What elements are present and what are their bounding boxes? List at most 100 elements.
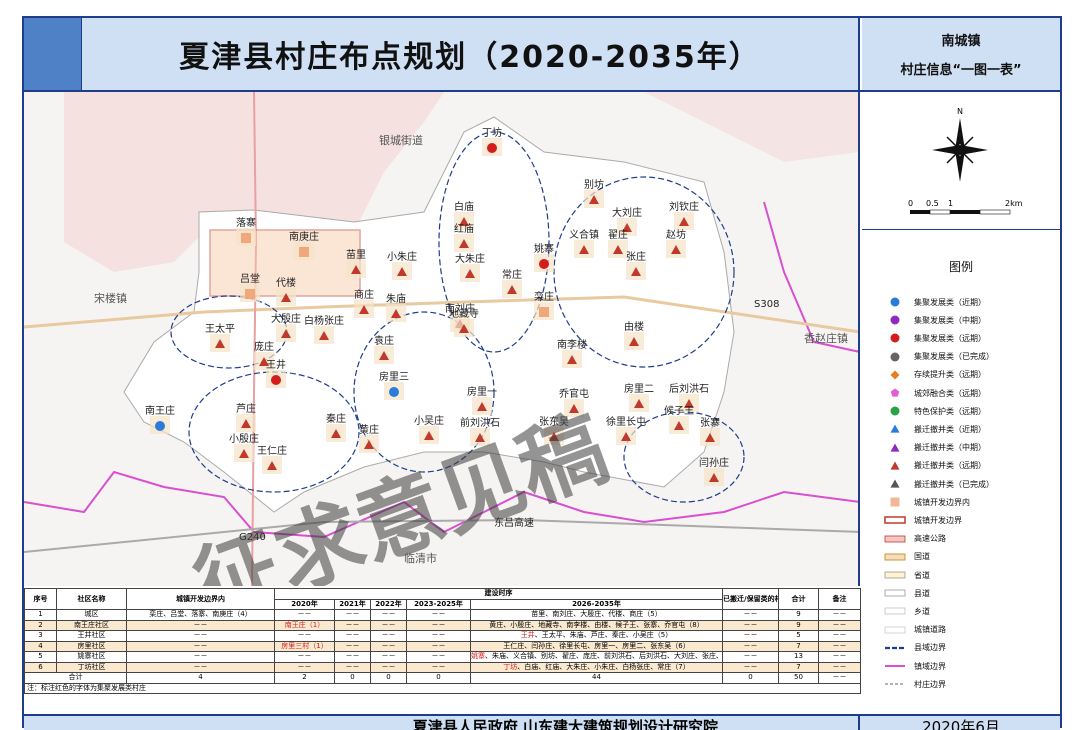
village-marker[interactable]: 朱庙	[386, 292, 406, 322]
village-marker[interactable]: 落寨	[236, 216, 256, 246]
cell-text: －－	[431, 610, 446, 619]
village-marker[interactable]: 吕堂	[240, 273, 260, 302]
table-row: 3 王井社区 －－ －－ －－ －－ －－ 王井、王太平、朱庙、芦庄、秦庄、小吴庄（5） －－ 5…	[24, 630, 862, 642]
cell-text: 5	[796, 631, 801, 640]
village-map[interactable]: 丁坊 别坊 大刘庄 刘钦庄 白庙 红庙 义合镇 翟庄 赵坊 落寨 南庚庄 苗里 小朱庄 大朱庄 姚寨 张庄 常庄…	[24, 92, 860, 586]
cell-text: 黄庄、小殷庄、地藏寺、南李楼、由楼、候子王、张寨、乔官屯（8）	[489, 620, 704, 629]
table-cell: －－	[818, 619, 862, 631]
table-cell: 2	[24, 619, 57, 631]
legend-label: 县域边界	[914, 643, 946, 653]
table-cell: 房里社区	[56, 640, 127, 652]
orange-square-icon	[245, 289, 255, 299]
village-label: 袁庄	[374, 334, 394, 347]
village-marker[interactable]: 苗里	[346, 249, 366, 278]
village-marker[interactable]: 常庄	[502, 268, 522, 298]
legend-label: 集聚发展类（近期）	[914, 297, 986, 307]
village-marker[interactable]: 秦庄	[326, 412, 346, 442]
village-marker[interactable]: 由楼	[624, 320, 644, 350]
village-marker[interactable]: 翟庄	[608, 228, 628, 258]
village-marker[interactable]: 栾庄	[534, 290, 554, 320]
village-marker[interactable]: 王井	[266, 358, 286, 388]
table-cell: 5	[778, 630, 820, 642]
col-2022: 2022年	[370, 598, 407, 610]
table-cell: －－	[370, 630, 407, 642]
village-marker[interactable]: 红庙	[454, 222, 474, 252]
table-cell: －－	[818, 640, 862, 652]
legend-item: 集聚发展类（远期）	[884, 330, 986, 346]
table-note: 注：标注红色的字体为集聚发展类村庄	[23, 682, 862, 694]
village-label: 张庄	[626, 250, 646, 263]
red-box-icon	[884, 514, 906, 526]
table-cell: 4	[24, 640, 57, 652]
table-cell: 丁坊社区	[56, 661, 127, 673]
cell-text: 9	[796, 620, 801, 629]
village-marker[interactable]: 代楼	[276, 276, 296, 306]
cell-text: 城区	[84, 610, 99, 619]
village-marker[interactable]: 姚寨	[534, 242, 554, 272]
total-cell: 0	[406, 672, 471, 684]
cell-text: 6	[38, 662, 43, 671]
village-marker[interactable]: 商庄	[354, 288, 374, 318]
table-cell: －－	[818, 661, 862, 673]
col-2021: 2021年	[334, 598, 371, 610]
cell-text: －－	[381, 662, 396, 671]
cell-text: 9	[796, 610, 801, 619]
village-label: 庞庄	[254, 340, 274, 353]
village-label: 常庄	[502, 268, 522, 281]
total-cell: 2	[274, 672, 335, 684]
village-label: 栾庄	[534, 290, 554, 303]
table-cell: 城区	[56, 609, 127, 621]
village-marker[interactable]: 袁庄	[374, 334, 394, 364]
village-marker[interactable]: 张庄	[626, 250, 646, 280]
col-inside: 城镇开发边界内	[126, 588, 275, 610]
table-cell: －－	[126, 661, 275, 673]
table-cell: －－	[370, 651, 407, 663]
total-cell: 0	[370, 672, 407, 684]
table-cell: －－	[334, 661, 371, 673]
cell-text: －－	[345, 652, 360, 661]
salmon-square-icon	[884, 496, 906, 508]
orange-diamond-icon	[884, 369, 906, 381]
table-row: 1 城区 栾庄、吕堂、落寨、南庚庄（4） －－ －－ －－ －－ 苗里、南刘庄、大殷庄、代楼、…	[24, 609, 862, 621]
village-label: 房里一	[467, 385, 497, 398]
cell-text: 王仁庄、闫孙庄、徐里长屯、房里一、房里二、张东吴（6）	[503, 641, 690, 650]
cell-text: －－	[345, 631, 360, 640]
table-cell: －－	[126, 640, 275, 652]
legend-item: 搬迁撤并类（远期）	[884, 458, 986, 474]
table-cell: 栾庄、吕堂、落寨、南庚庄（4）	[126, 609, 275, 621]
scale-tick: 0	[908, 199, 913, 208]
legend-label: 搬迁撤并类（中期）	[914, 443, 986, 453]
table-cell: －－	[406, 661, 471, 673]
sheet-subtitle: 村庄信息“一图一表”	[900, 63, 1022, 78]
village-label: 南李楼	[557, 338, 587, 351]
col-2020: 2020年	[274, 598, 335, 610]
village-marker[interactable]: 芦庄	[236, 402, 256, 432]
village-marker[interactable]: 黄庄	[359, 423, 379, 453]
header-info: 南城镇 村庄信息“一图一表”	[862, 18, 1060, 90]
legend-item: 县道	[884, 585, 930, 601]
total-cell: －－	[818, 672, 862, 684]
village-marker[interactable]: 张寨	[700, 416, 720, 446]
cell-text: 2	[38, 620, 43, 629]
village-label: 南庚庄	[289, 230, 319, 243]
village-label: 闫孙庄	[699, 456, 729, 469]
table-cell: －－	[406, 651, 471, 663]
col-2023: 2023-2025年	[406, 598, 471, 610]
town-border-icon	[884, 660, 906, 672]
village-label: 王太平	[205, 322, 235, 335]
village-label: 前刘洪石	[460, 416, 500, 429]
legend-item: 村庄边界	[884, 676, 946, 692]
village-marker[interactable]: 别坊	[584, 178, 604, 208]
cell-text: 苗里、南刘庄、大殷庄、代楼、商庄（5）	[531, 610, 662, 619]
gray-triangle-icon	[884, 478, 906, 490]
cell-text: －－	[743, 641, 758, 650]
compass-panel: N 0 0.5 1 2km	[862, 92, 1060, 230]
village-marker[interactable]: 丁坊	[482, 126, 502, 156]
village-label: 落寨	[236, 216, 256, 229]
village-label: 商庄	[354, 288, 374, 301]
table-cell: 房里三村（1）	[274, 640, 335, 652]
village-label: 张寨	[700, 416, 720, 429]
village-marker[interactable]: 赵坊	[666, 228, 686, 258]
table-cell: －－	[126, 651, 275, 663]
table-cell: －－	[818, 609, 862, 621]
